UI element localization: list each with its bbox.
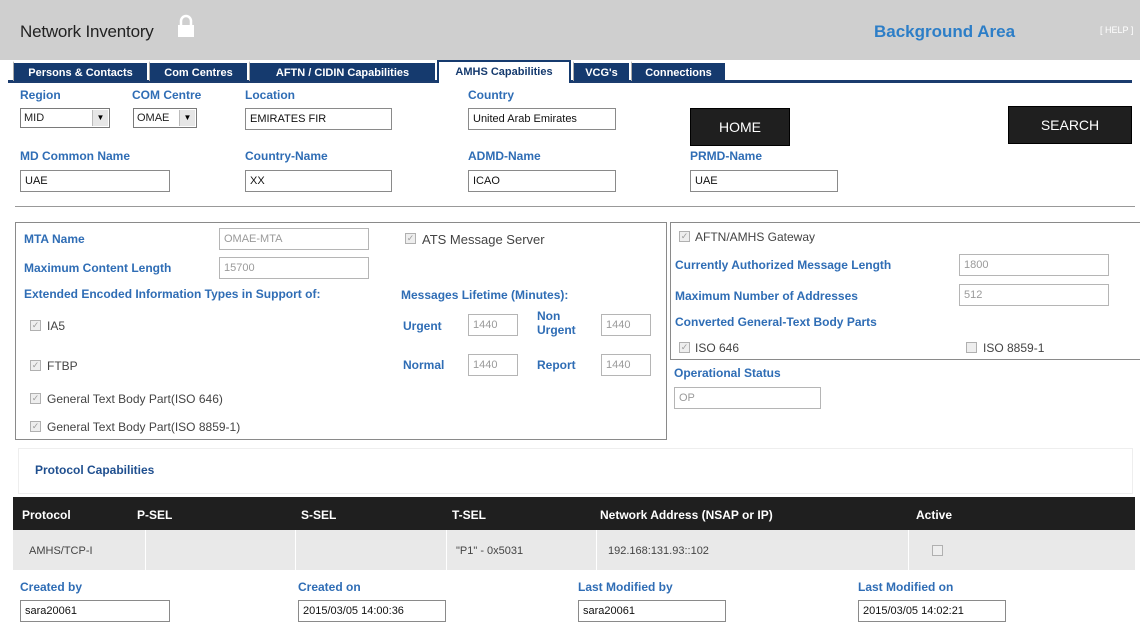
gtbp-iso646-checkbox[interactable]: ✓ — [30, 393, 41, 404]
admd-name-field[interactable]: ICAO — [468, 170, 616, 192]
tab-aftn-cidin[interactable]: AFTN / CIDIN Capabilities — [249, 61, 435, 81]
app-title: Network Inventory — [20, 22, 154, 41]
operational-status-label: Operational Status — [674, 366, 781, 380]
column-header-active: Active — [916, 508, 953, 522]
report-label: Report — [537, 358, 576, 372]
gtbp-iso646-label: General Text Body Part(ISO 646) — [47, 392, 223, 406]
column-divider — [145, 530, 146, 570]
country-label: Country — [468, 88, 514, 102]
com-centre-label: COM Centre — [132, 88, 202, 102]
protocol-capabilities-header — [18, 448, 1133, 494]
search-button[interactable]: SEARCH — [1008, 106, 1132, 144]
iso8859-checkbox[interactable] — [966, 342, 977, 353]
ats-message-server-checkbox[interactable]: ✓ — [405, 233, 416, 244]
ftbp-checkbox[interactable]: ✓ — [30, 360, 41, 371]
max-addresses-label: Maximum Number of Addresses — [675, 289, 858, 303]
max-content-length-label: Maximum Content Length — [24, 261, 172, 275]
non-urgent-label-line2: Urgent — [537, 323, 576, 337]
tab-com-centres[interactable]: Com Centres — [149, 61, 247, 81]
max-content-length-field[interactable]: 15700 — [219, 257, 369, 279]
location-field[interactable]: EMIRATES FIR — [245, 108, 392, 130]
authorized-length-label: Currently Authorized Message Length — [675, 258, 892, 272]
cell-protocol: AMHS/TCP-I — [29, 545, 93, 557]
iso646-label: ISO 646 — [695, 341, 740, 355]
last-modified-on-field[interactable]: 2015/03/05 14:02:21 — [858, 600, 1006, 622]
ats-message-server-label: ATS Message Server — [422, 232, 545, 247]
eit-label: Extended Encoded Information Types in Su… — [24, 287, 321, 301]
aftn-amhs-gateway-label: AFTN/AMHS Gateway — [695, 230, 816, 244]
prmd-name-field[interactable]: UAE — [690, 170, 838, 192]
column-header-protocol: Protocol — [22, 508, 71, 522]
iso646-checkbox[interactable]: ✓ — [679, 342, 690, 353]
created-on-label: Created on — [298, 580, 361, 594]
cell-tsel: "P1" - 0x5031 — [456, 545, 524, 557]
country-name-label: Country-Name — [245, 149, 328, 163]
column-divider — [596, 530, 597, 570]
mta-name-field[interactable]: OMAE-MTA — [219, 228, 369, 250]
gtbp-iso8859-label: General Text Body Part(ISO 8859-1) — [47, 420, 241, 434]
non-urgent-field[interactable]: 1440 — [601, 314, 651, 336]
column-header-ssel: S-SEL — [301, 508, 337, 522]
created-by-field[interactable]: sara20061 — [20, 600, 170, 622]
operational-status-field[interactable]: OP — [674, 387, 821, 409]
chevron-down-icon: ▼ — [92, 110, 108, 126]
home-button[interactable]: HOME — [690, 108, 790, 146]
mta-name-label: MTA Name — [24, 232, 85, 246]
region-select[interactable]: MID ▼ — [20, 108, 110, 128]
ia5-label: IA5 — [47, 319, 66, 333]
tab-persons-contacts[interactable]: Persons & Contacts — [13, 61, 147, 81]
urgent-label: Urgent — [403, 319, 442, 333]
last-modified-by-label: Last Modified by — [578, 580, 673, 594]
report-field[interactable]: 1440 — [601, 354, 651, 376]
converted-body-parts-label: Converted General-Text Body Parts — [675, 315, 877, 329]
max-addresses-field[interactable]: 512 — [959, 284, 1109, 306]
normal-label: Normal — [403, 358, 445, 372]
help-link[interactable]: [ HELP ] — [1100, 25, 1133, 35]
tab-vcgs[interactable]: VCG's — [573, 61, 629, 81]
prmd-name-label: PRMD-Name — [690, 149, 763, 163]
column-divider — [295, 530, 296, 570]
region-select-value: MID — [24, 112, 45, 124]
column-divider — [446, 530, 447, 570]
last-modified-on-label: Last Modified on — [858, 580, 954, 594]
chevron-down-icon: ▼ — [179, 110, 195, 126]
cell-network-address: 192.168:131.93::102 — [608, 545, 709, 557]
created-by-label: Created by — [20, 580, 83, 594]
column-divider — [908, 530, 909, 570]
protocol-table-header — [13, 497, 1135, 530]
messages-lifetime-label: Messages Lifetime (Minutes): — [401, 288, 569, 302]
created-on-field[interactable]: 2015/03/05 14:00:36 — [298, 600, 446, 622]
table-row — [13, 530, 1135, 570]
tab-amhs-capabilities[interactable]: AMHS Capabilities — [437, 60, 571, 83]
column-header-network-address: Network Address (NSAP or IP) — [600, 508, 773, 522]
md-common-name-field[interactable]: UAE — [20, 170, 170, 192]
com-centre-select-value: OMAE — [137, 112, 170, 124]
aftn-amhs-gateway-checkbox[interactable]: ✓ — [679, 231, 690, 242]
location-label: Location — [245, 88, 295, 102]
ia5-checkbox[interactable]: ✓ — [30, 320, 41, 331]
normal-field[interactable]: 1440 — [468, 354, 518, 376]
admd-name-label: ADMD-Name — [468, 149, 541, 163]
com-centre-select[interactable]: OMAE ▼ — [133, 108, 197, 128]
protocol-capabilities-title: Protocol Capabilities — [35, 463, 155, 477]
country-name-field[interactable]: XX — [245, 170, 392, 192]
column-header-tsel: T-SEL — [452, 508, 487, 522]
background-area-link[interactable]: Background Area — [874, 22, 1015, 42]
active-checkbox[interactable] — [932, 545, 943, 556]
section-divider — [15, 206, 1135, 207]
urgent-field[interactable]: 1440 — [468, 314, 518, 336]
ftbp-label: FTBP — [47, 359, 78, 373]
md-common-name-label: MD Common Name — [20, 149, 131, 163]
non-urgent-label-line1: Non — [537, 309, 561, 323]
gtbp-iso8859-checkbox[interactable]: ✓ — [30, 421, 41, 432]
last-modified-by-field[interactable]: sara20061 — [578, 600, 726, 622]
lock-icon — [178, 14, 194, 37]
region-label: Region — [20, 88, 61, 102]
authorized-length-field[interactable]: 1800 — [959, 254, 1109, 276]
column-header-psel: P-SEL — [137, 508, 173, 522]
iso8859-label: ISO 8859-1 — [983, 341, 1045, 355]
tab-connections[interactable]: Connections — [631, 61, 725, 81]
country-field[interactable]: United Arab Emirates — [468, 108, 616, 130]
